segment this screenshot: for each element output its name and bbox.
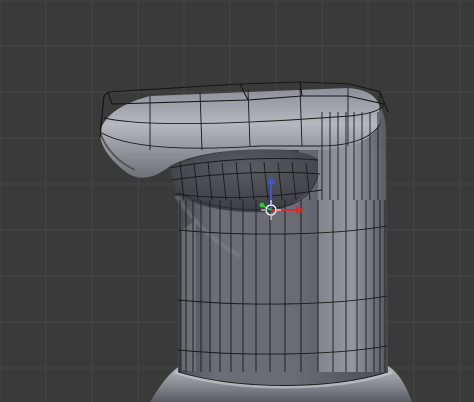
y-axis-arrow[interactable] bbox=[259, 202, 265, 208]
viewport-canvas[interactable] bbox=[0, 0, 474, 402]
3d-viewport[interactable] bbox=[0, 0, 474, 402]
